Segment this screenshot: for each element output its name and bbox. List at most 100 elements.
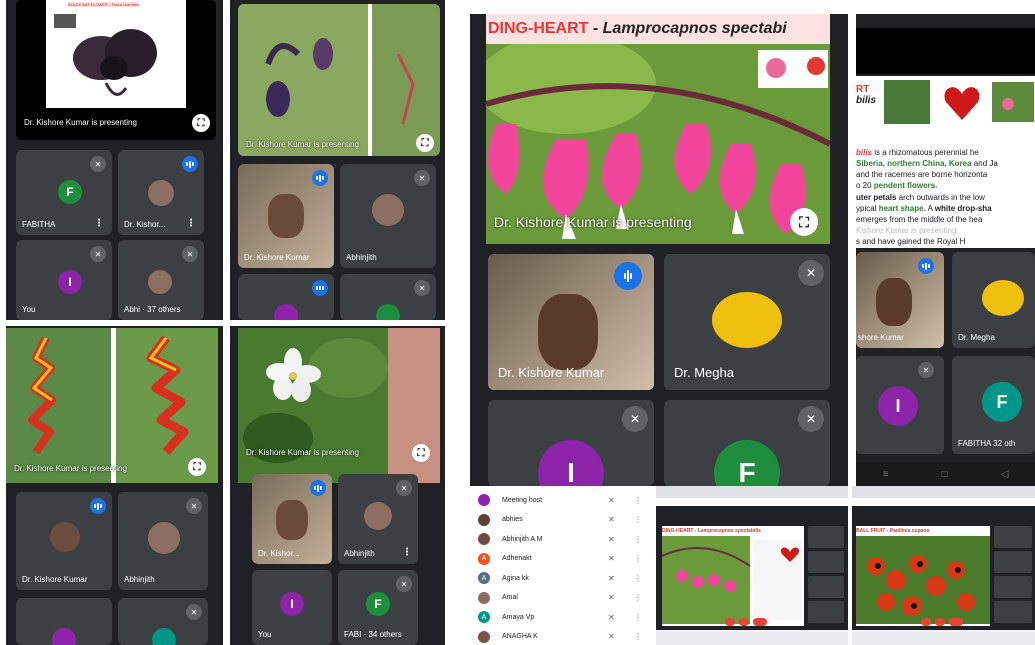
side-tiles (994, 526, 1032, 626)
participant-tile[interactable]: ✕ Abhinjith ⋮ (338, 474, 418, 564)
more-options-icon[interactable]: ⋮ (634, 515, 642, 524)
browser-tabs (852, 486, 1035, 498)
home-icon[interactable]: □ (942, 469, 948, 480)
presentation-tile[interactable]: BLACK BAT FLOWER - Tacca chantrieri Dr. … (16, 0, 216, 140)
avatar (148, 270, 172, 294)
camera-button[interactable] (739, 618, 749, 626)
presentation-tile[interactable]: Dr. Kishore Kumar is presenting ⛶ (486, 44, 830, 244)
participant-tile[interactable]: ✕ Abhinjith (340, 164, 436, 268)
participant-thumb[interactable] (994, 526, 1032, 548)
more-options-icon[interactable]: ⋮ (634, 613, 642, 622)
mic-off-icon: ✕ (90, 156, 106, 172)
speaking-indicator-icon (312, 170, 328, 186)
mic-off-icon: ✕ (414, 280, 430, 296)
more-options-icon[interactable]: ⋮ (634, 554, 642, 563)
presentation-tile[interactable]: Dr. Kishore Kumar is presenting ⛶ (6, 328, 218, 483)
participant-tile[interactable] (238, 274, 334, 320)
end-call-button[interactable] (949, 618, 963, 626)
participant-list-row[interactable]: Abhinjith A M ✕ ⋮ (478, 529, 658, 549)
bleeding-heart-image (662, 536, 802, 624)
participant-tile[interactable]: F FABITHA 32 oth (952, 356, 1035, 454)
back-icon[interactable]: ◁ (1001, 469, 1009, 480)
camera-button[interactable] (935, 618, 945, 626)
mic-off-icon: ✕ (414, 170, 430, 186)
participant-thumb[interactable] (994, 601, 1032, 623)
browser-tabs (656, 486, 848, 498)
participant-thumb[interactable] (808, 576, 844, 598)
participant-thumb[interactable] (808, 526, 844, 548)
participant-tile[interactable]: ✕ I (856, 356, 944, 454)
participant-tile[interactable]: Dr. Kishore Kumar (488, 254, 654, 390)
participant-thumb[interactable] (994, 576, 1032, 598)
participant-name: FABITHA 32 oth (958, 439, 1016, 448)
mic-off-icon: ✕ (608, 593, 615, 602)
participant-tile[interactable]: ✕ F FABI · 34 others (338, 570, 418, 645)
participant-tile[interactable]: ✕ (118, 598, 208, 645)
avatar (52, 628, 76, 645)
participant-tile[interactable]: ✕ (340, 274, 436, 320)
presentation-tile[interactable]: Dr. Kishore Kumar is presenting ⛶ (238, 4, 440, 156)
participant-list-row[interactable]: Meeting host ✕ ⋮ (478, 490, 658, 510)
participant-tile[interactable] (16, 598, 112, 645)
mic-off-icon: ✕ (608, 612, 615, 622)
avatar (478, 513, 490, 526)
participant-tile[interactable]: ✕ Dr. Megha (664, 254, 830, 390)
mic-off-icon: ✕ (918, 362, 934, 378)
participant-tile[interactable]: Dr. Kishor... (252, 474, 332, 564)
avatar: I (58, 270, 82, 294)
slide-caption: BLACK BAT FLOWER - Tacca chantrieri (68, 2, 140, 7)
more-options-icon[interactable]: ⋮ (634, 535, 642, 544)
person-silhouette (538, 294, 598, 370)
participant-tile[interactable]: I You (252, 570, 332, 645)
participant-list-row[interactable]: A Amaya Vp ✕ ⋮ (478, 607, 658, 627)
participant-tile[interactable]: ✕ F (664, 400, 830, 486)
avatar (478, 533, 490, 545)
participant-tile[interactable]: ✕ I (488, 400, 654, 486)
fullscreen-button[interactable]: ⛶ (192, 114, 210, 132)
menu-icon[interactable]: ≡ (883, 469, 889, 480)
participant-thumb[interactable] (808, 551, 844, 573)
avatar: A (478, 552, 490, 565)
participant-tile[interactable]: Dr. Kishore Kumar (238, 164, 334, 268)
avatar (478, 591, 490, 604)
person-silhouette (268, 194, 304, 238)
participant-list-row[interactable]: A Agina kk ✕ ⋮ (478, 568, 658, 588)
fullscreen-button[interactable]: ⛶ (188, 458, 206, 476)
participant-name: Dr. Kishor... (124, 220, 166, 229)
mic-button[interactable] (725, 618, 735, 626)
person-silhouette (276, 500, 308, 540)
participant-tile[interactable]: Dr. Kishor... ⋮ (118, 150, 204, 235)
participant-list-row[interactable]: abhies ✕ ⋮ (478, 510, 658, 530)
slide: DING-HEART - Lamprocapnos spectabilis (662, 526, 804, 626)
more-options-icon[interactable]: ⋮ (94, 218, 104, 229)
participant-tile[interactable]: ✕ Abhi · 37 others (118, 240, 204, 320)
participant-tile[interactable]: Dr. Kishore Kumar (16, 492, 112, 590)
more-options-icon[interactable]: ⋮ (634, 496, 642, 505)
participant-list-row[interactable]: Amal ✕ ⋮ (478, 588, 658, 608)
mic-button[interactable] (921, 618, 931, 626)
more-options-icon[interactable]: ⋮ (402, 547, 412, 558)
participant-list-row[interactable]: ANAGHA K ✕ ⋮ (478, 627, 658, 645)
fullscreen-button[interactable]: ⛶ (790, 208, 818, 236)
participant-tile[interactable]: shore Kumar (856, 252, 944, 348)
presenting-label: Dr. Kishore Kumar is presenting (246, 140, 359, 149)
more-options-icon[interactable]: ⋮ (634, 593, 642, 602)
more-options-icon[interactable]: ⋮ (634, 574, 642, 583)
participant-tile[interactable]: ✕ I You (16, 240, 112, 320)
participant-tile[interactable]: Dr. Megha (952, 252, 1035, 348)
participant-tile[interactable]: ✕ F FABITHA ⋮ (16, 150, 112, 235)
avatar: I (538, 440, 604, 486)
fullscreen-button[interactable]: ⛶ (416, 134, 434, 152)
participant-tile[interactable]: ✕ Abhinjith (118, 492, 208, 590)
more-options-icon[interactable]: ⋮ (186, 218, 196, 229)
participant-list-row[interactable]: A Adhenakt ✕ ⋮ (478, 549, 658, 569)
more-options-icon[interactable]: ⋮ (634, 632, 642, 641)
participant-thumb[interactable] (994, 551, 1032, 573)
meet-panel-2: Dr. Kishore Kumar is presenting ⛶ Dr. Ki… (230, 0, 445, 320)
fullscreen-button[interactable]: ⛶ (412, 444, 430, 462)
avatar (148, 180, 174, 206)
presentation-tile[interactable]: Dr. Kishore Kumar is presenting ⛶ (238, 328, 440, 483)
participant-thumb[interactable] (808, 601, 844, 623)
mic-off-icon: ✕ (608, 573, 615, 583)
end-call-button[interactable] (753, 618, 767, 626)
